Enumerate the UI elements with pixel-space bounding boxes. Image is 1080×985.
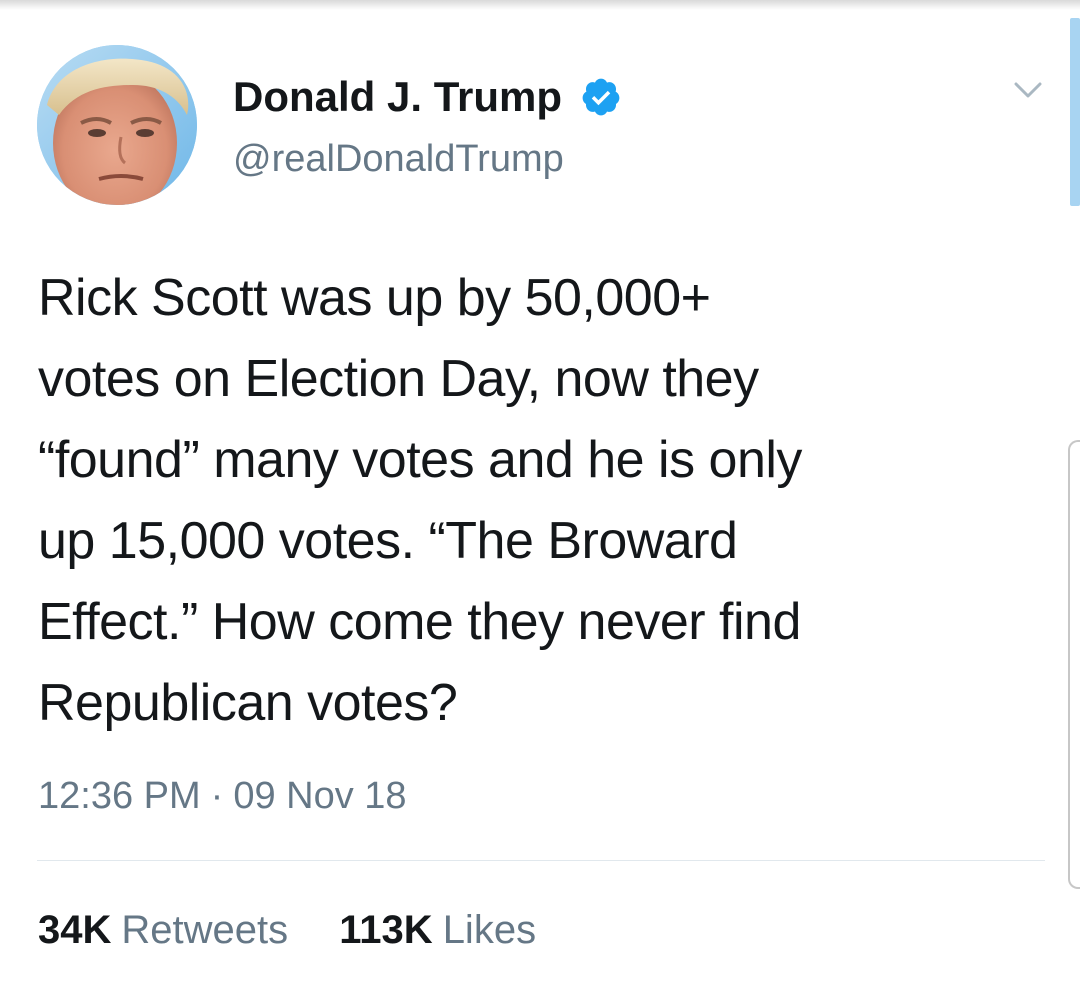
timestamp-separator: ·: [210, 775, 224, 817]
chevron-down-icon: [1014, 82, 1042, 98]
tweet-text-line: Rick Scott was up by 50,000+: [38, 269, 711, 327]
tweet-text-line: “found” many votes and he is only: [38, 431, 802, 489]
top-shadow: [0, 0, 1080, 10]
tweet-menu-button[interactable]: [1008, 72, 1048, 108]
verified-badge-icon: [582, 78, 620, 116]
tweet-timestamp[interactable]: 12:36 PM · 09 Nov 18: [38, 772, 407, 820]
tweet-text-line: up 15,000 votes. “The Broward: [38, 512, 738, 570]
profile-photo: [37, 45, 197, 205]
engagement-stats: 34K Retweets 113K Likes: [38, 905, 536, 955]
user-handle[interactable]: @realDonaldTrump: [233, 135, 564, 183]
tweet-text-line: Republican votes?: [38, 674, 458, 732]
retweets-stat[interactable]: 34K Retweets: [38, 905, 288, 955]
tweet-text-line: votes on Election Day, now they: [38, 350, 759, 408]
likes-count: 113K: [339, 908, 433, 952]
retweets-count: 34K: [38, 908, 112, 952]
likes-label: Likes: [442, 908, 537, 952]
retweets-label: Retweets: [121, 908, 289, 952]
likes-stat[interactable]: 113K Likes: [339, 905, 536, 955]
tweet-time: 12:36 PM: [38, 775, 201, 817]
scroll-indicator[interactable]: [1070, 18, 1080, 206]
edge-panel-handle[interactable]: [1068, 440, 1080, 889]
avatar[interactable]: [37, 45, 197, 205]
tweet-date: 09 Nov 18: [233, 775, 407, 817]
display-name[interactable]: Donald J. Trump: [233, 72, 562, 122]
divider: [37, 860, 1045, 861]
tweet-text-line: Effect.” How come they never find: [38, 593, 801, 651]
tweet-text: Rick Scott was up by 50,000+ votes on El…: [38, 258, 1038, 744]
